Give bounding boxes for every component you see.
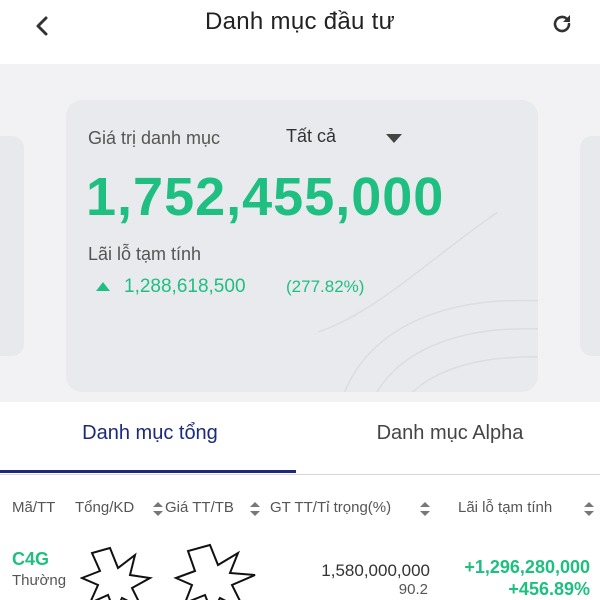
tab-alpha-portfolio[interactable]: Danh mục Alpha <box>300 422 600 474</box>
holding-pnl-percent: +456.89% <box>508 579 590 599</box>
refresh-icon <box>553 15 571 33</box>
portfolio-value-card: Giá trị danh mục Tất cả 1,752,455,000 Lã… <box>66 100 538 392</box>
column-header-total[interactable]: Tổng/KD <box>75 499 134 516</box>
caret-down-icon <box>386 134 402 143</box>
column-header-price[interactable]: Giá TT/TB <box>165 499 234 516</box>
pnl-label: Lãi lỗ tạm tính <box>88 244 202 264</box>
holdings-table-header: Mã/TT Tổng/KD Giá TT/TB GT TT/Tỉ trọng(%… <box>0 475 600 537</box>
portfolio-total-value: 1,752,455,000 <box>86 167 445 227</box>
portfolio-filter-dropdown[interactable]: Tất cả <box>286 126 406 152</box>
sort-icon[interactable] <box>153 502 163 516</box>
page-title: Danh mục đầu tư <box>205 8 395 35</box>
holding-market-value: 1,580,000,000 <box>321 561 430 580</box>
refresh-button[interactable] <box>544 6 580 42</box>
holding-weight: 90.2 <box>398 581 428 598</box>
previous-card-peek[interactable] <box>0 136 24 356</box>
holding-symbol: C4G <box>12 549 50 569</box>
portfolio-tabs: Danh mục tổng Danh mục Alpha <box>0 402 600 475</box>
column-header-market-value[interactable]: GT TT/Tỉ trọng(%) <box>270 499 391 516</box>
next-card-peek[interactable] <box>580 136 600 356</box>
filter-selected-value: Tất cả <box>286 126 337 146</box>
sort-icon[interactable] <box>584 502 594 516</box>
table-row[interactable]: C4G Thường 1,580,000,000 90.2 +1,296,280… <box>0 537 600 600</box>
sort-icon[interactable] <box>420 502 430 516</box>
redaction-mark <box>80 543 256 600</box>
column-header-pnl[interactable]: Lãi lỗ tạm tính <box>458 499 552 516</box>
tab-total-portfolio[interactable]: Danh mục tổng <box>0 422 300 474</box>
portfolio-carousel[interactable]: Giá trị danh mục Tất cả 1,752,455,000 Lã… <box>0 64 600 402</box>
holding-pnl: +1,296,280,000 <box>464 557 590 577</box>
app-header: Danh mục đầu tư <box>0 0 600 64</box>
portfolio-value-label: Giá trị danh mục <box>88 128 221 148</box>
pnl-percent: (277.82%) <box>286 277 365 296</box>
active-tab-indicator <box>0 470 296 473</box>
column-header-symbol[interactable]: Mã/TT <box>12 499 55 516</box>
holding-status: Thường <box>12 572 67 589</box>
sort-icon[interactable] <box>250 502 260 516</box>
arrow-up-icon <box>96 282 110 291</box>
card-decoration <box>318 212 538 392</box>
pnl-value: 1,288,618,500 <box>124 276 246 297</box>
